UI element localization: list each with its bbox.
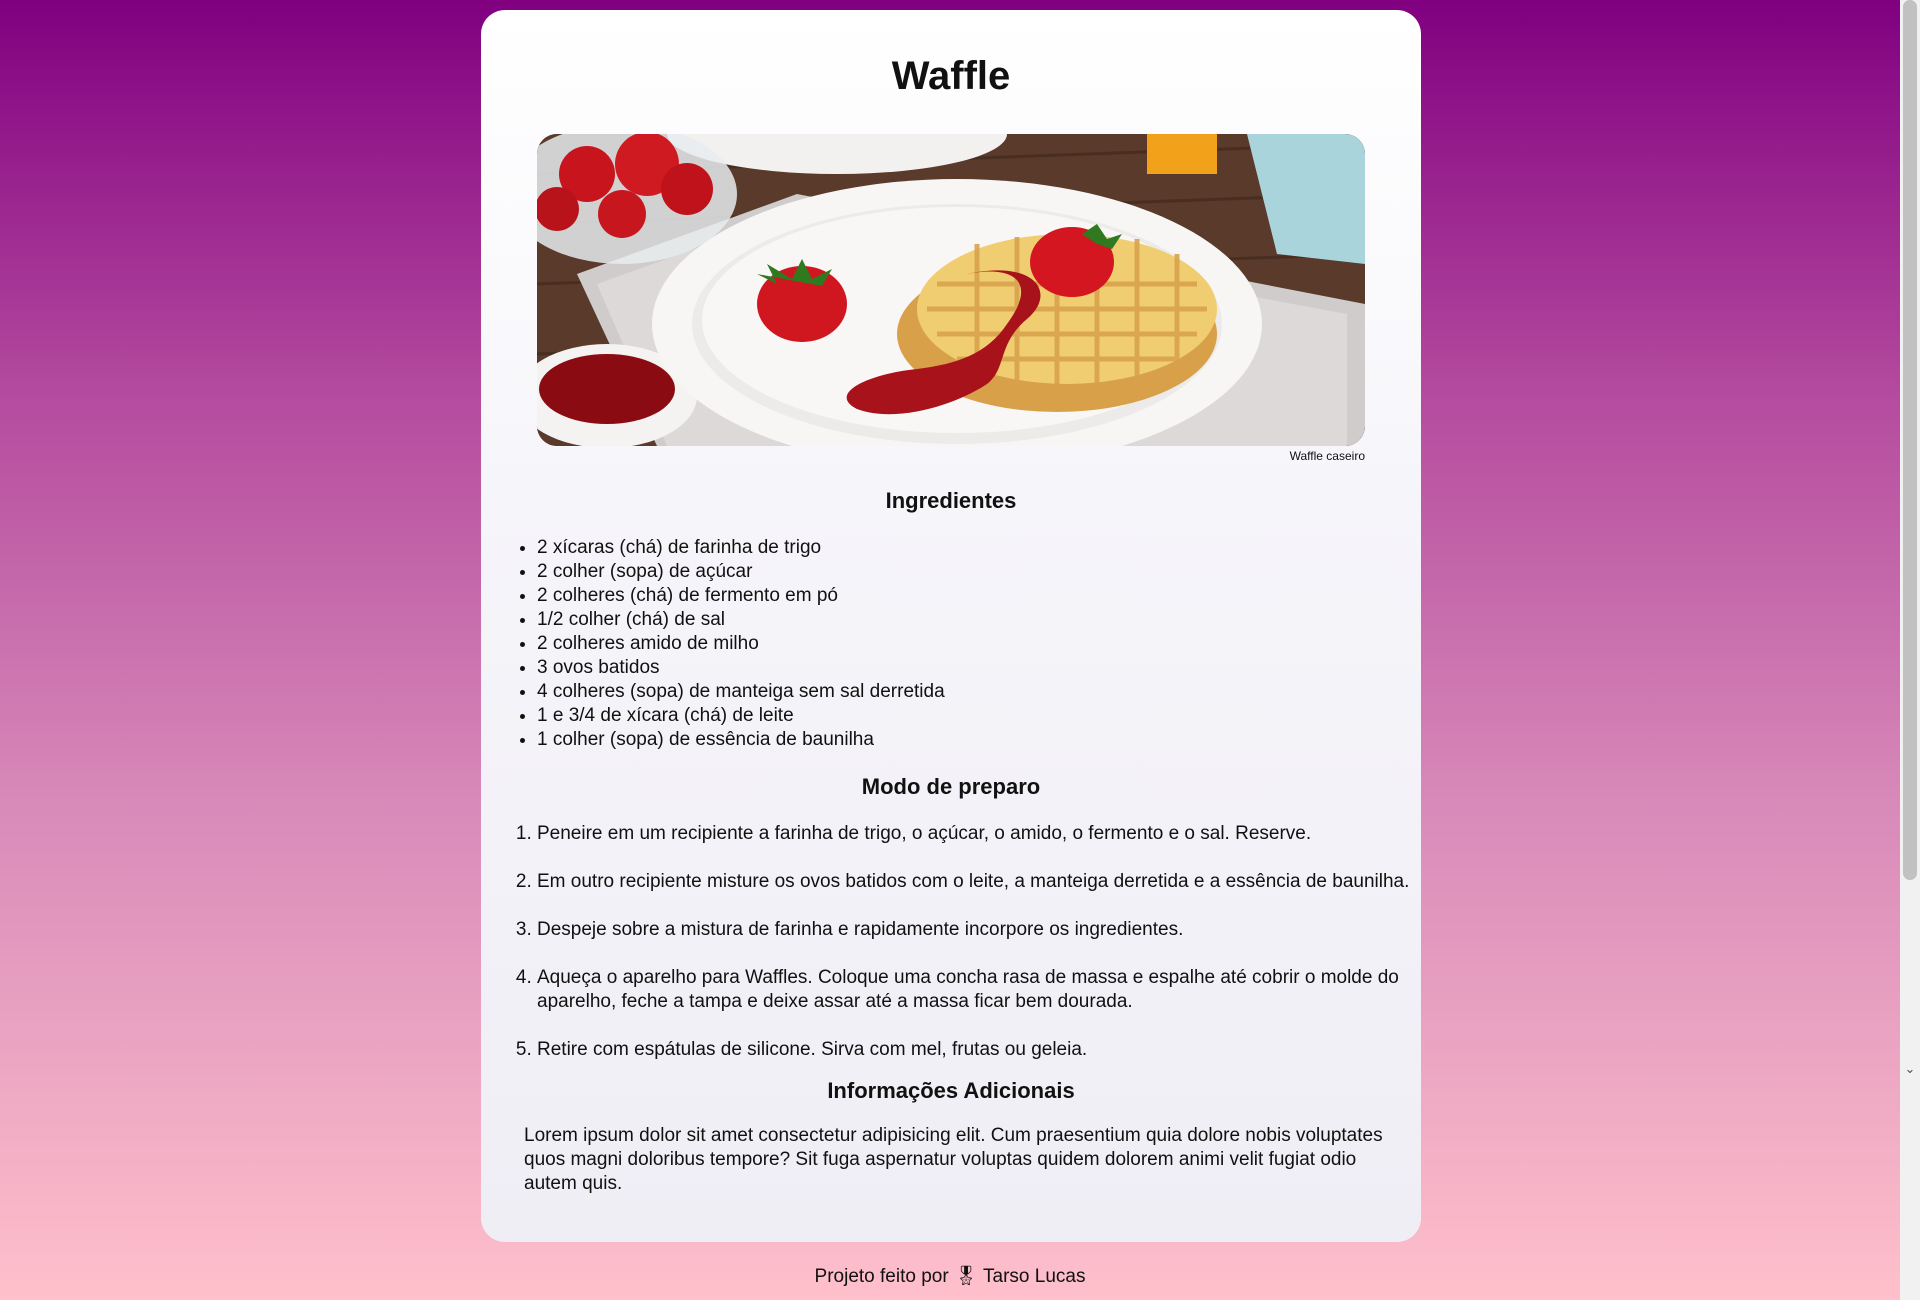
- ingredients-list: 2 xícaras (chá) de farinha de trigo 2 co…: [481, 536, 1421, 752]
- list-item: 4 colheres (sopa) de manteiga sem sal de…: [537, 680, 1421, 704]
- step-item: Retire com espátulas de silicone. Sirva …: [537, 1038, 1421, 1062]
- waffle-photo-illustration: [537, 134, 1365, 446]
- list-item: 1 colher (sopa) de essência de baunilha: [537, 728, 1421, 752]
- preparation-heading: Modo de preparo: [861, 774, 1041, 799]
- list-item: 2 colheres (chá) de fermento em pó: [537, 584, 1421, 608]
- ingredients-heading: Ingredientes: [885, 488, 1017, 513]
- step-item: Despeje sobre a mistura de farinha e rap…: [537, 918, 1421, 942]
- list-item: 2 colheres amido de milho: [537, 632, 1421, 656]
- recipe-figure: Waffle caseiro: [537, 134, 1365, 464]
- preparation-steps: Peneire em um recipiente a farinha de tr…: [481, 822, 1421, 1062]
- chevron-down-icon[interactable]: ⌄: [1900, 1060, 1920, 1078]
- page-footer: Projeto feito por 🎖 Tarso Lucas: [0, 1264, 1900, 1290]
- image-caption: Waffle caseiro: [1289, 449, 1365, 463]
- list-item: 3 ovos batidos: [537, 656, 1421, 680]
- list-item: 2 xícaras (chá) de farinha de trigo: [537, 536, 1421, 560]
- waffle-photo: [537, 134, 1365, 446]
- scrollbar-thumb[interactable]: [1903, 0, 1917, 880]
- medal-icon: 🎖: [953, 1266, 979, 1287]
- author-name: Tarso Lucas: [983, 1266, 1086, 1287]
- list-item: 2 colher (sopa) de açúcar: [537, 560, 1421, 584]
- additional-info-heading: Informações Adicionais: [827, 1078, 1075, 1103]
- list-item: 1/2 colher (chá) de sal: [537, 608, 1421, 632]
- additional-info-text: Lorem ipsum dolor sit amet consectetur a…: [524, 1125, 1383, 1194]
- step-item: Em outro recipiente misture os ovos bati…: [537, 870, 1421, 894]
- step-item: Peneire em um recipiente a farinha de tr…: [537, 822, 1421, 846]
- page-title: Waffle: [891, 54, 1011, 98]
- list-item: 1 e 3/4 de xícara (chá) de leite: [537, 704, 1421, 728]
- step-item: Aqueça o aparelho para Waffles. Coloque …: [537, 966, 1421, 1014]
- recipe-card: Waffle Waffle caseiro Ingredientes • 2 x…: [481, 10, 1421, 1242]
- footer-prefix: Projeto feito por: [814, 1266, 949, 1287]
- vertical-scrollbar[interactable]: ⌄: [1900, 0, 1920, 1300]
